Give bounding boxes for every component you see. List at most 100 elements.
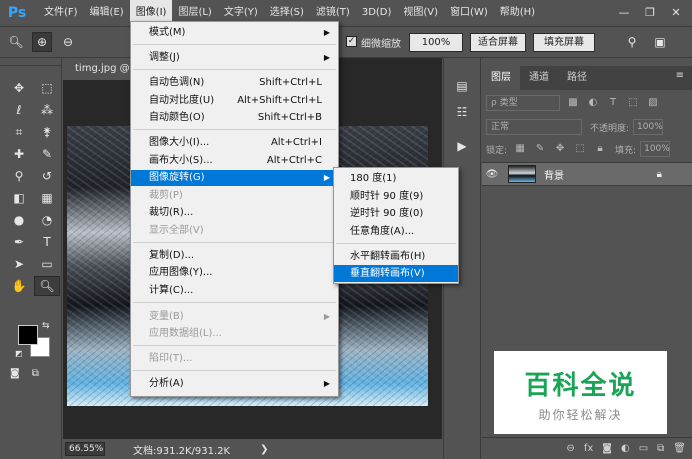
- menu-item-trim[interactable]: 裁切(R)...: [131, 205, 338, 221]
- submenu-arrow-icon: ▶: [323, 28, 330, 37]
- mode-row: ◙ ⧉: [10, 368, 39, 379]
- layer-filter-select[interactable]: ρ 类型: [486, 95, 560, 111]
- trash-icon[interactable]: 🗑︎: [673, 443, 686, 454]
- submenu-item-rotate-ccw-90[interactable]: 逆时针 90 度(0): [334, 205, 458, 222]
- lasso-tool-icon[interactable]: ℓ: [6, 100, 32, 120]
- menu-3d[interactable]: 3D(D): [356, 0, 398, 26]
- minimize-icon[interactable]: —: [618, 7, 630, 19]
- text-tool-icon[interactable]: T: [34, 232, 60, 252]
- zoom-100-button[interactable]: 100%: [409, 33, 463, 52]
- smart-object-filter-icon[interactable]: ▨: [646, 96, 660, 110]
- move-tool-icon[interactable]: ✥: [6, 78, 32, 98]
- lock-artboard-icon[interactable]: ⬚: [573, 142, 587, 156]
- zoom-out-icon[interactable]: ⊖: [58, 32, 78, 52]
- foreground-color-swatch[interactable]: [18, 325, 38, 345]
- marquee-tool-icon[interactable]: ⬚: [34, 78, 60, 98]
- opacity-field[interactable]: 100%: [633, 119, 664, 135]
- menu-edit[interactable]: 编辑(E): [84, 0, 130, 26]
- crop-tool-icon[interactable]: ⌗: [6, 122, 32, 142]
- history-brush-tool-icon[interactable]: ↺: [34, 166, 60, 186]
- panel-grip[interactable]: [482, 58, 692, 66]
- path-select-tool-icon[interactable]: ➤: [6, 254, 32, 274]
- menu-item-image-rotation[interactable]: 图像旋转(G) ▶: [131, 170, 338, 186]
- close-icon[interactable]: ✕: [670, 7, 682, 19]
- brush-tool-icon[interactable]: ✎: [34, 144, 60, 164]
- lock-image-icon[interactable]: ✎: [533, 142, 547, 156]
- pixel-filter-icon[interactable]: ▩: [566, 96, 580, 110]
- swap-colors-icon[interactable]: ⇆: [42, 321, 50, 331]
- stamp-tool-icon[interactable]: ⚲: [6, 166, 32, 186]
- submenu-item-arbitrary[interactable]: 任意角度(A)...: [334, 223, 458, 240]
- submenu-item-flip-vertical[interactable]: 垂直翻转画布(V): [334, 265, 458, 282]
- zoom-tool-icon[interactable]: 🔍︎: [6, 32, 26, 52]
- menu-item-canvas-size[interactable]: 画布大小(S)... Alt+Ctrl+C: [131, 153, 338, 169]
- menu-help[interactable]: 帮助(H): [494, 0, 541, 26]
- dodge-tool-icon[interactable]: ◔: [34, 210, 60, 230]
- status-menu-icon[interactable]: ❯: [260, 444, 268, 455]
- screen-mode-icon[interactable]: ⧉: [32, 368, 39, 379]
- actions-play-icon[interactable]: ▶: [452, 136, 472, 156]
- link-icon[interactable]: ⊖: [566, 443, 574, 454]
- zoom-tool-selected-icon[interactable]: 🔍︎: [34, 276, 60, 296]
- magic-wand-tool-icon[interactable]: ⁂: [34, 100, 60, 120]
- menu-item-auto-tone[interactable]: 自动色调(N) Shift+Ctrl+L: [131, 75, 338, 91]
- hand-tool-icon[interactable]: ✋: [6, 276, 32, 296]
- shape-tool-icon[interactable]: ▭: [34, 254, 60, 274]
- properties-panel-icon[interactable]: ☷: [452, 102, 472, 122]
- group-icon[interactable]: ▭: [639, 443, 648, 454]
- zoom-level[interactable]: 66.55%: [65, 442, 105, 456]
- zoom-in-icon[interactable]: ⊕: [32, 32, 52, 52]
- toolbox-grip[interactable]: [0, 58, 61, 66]
- new-layer-icon[interactable]: ⧉: [657, 443, 664, 454]
- quick-mask-icon[interactable]: ◙: [10, 368, 20, 379]
- fill-screen-button[interactable]: 填充屏幕: [533, 33, 595, 52]
- lock-all-icon[interactable]: 🔒︎: [593, 142, 607, 156]
- layer-row-background[interactable]: 👁︎ 背景 🔒︎: [482, 162, 692, 186]
- default-colors-icon[interactable]: ◩: [15, 349, 23, 358]
- tab-channels[interactable]: 通道: [520, 66, 558, 90]
- fill-field[interactable]: 100%: [640, 141, 671, 157]
- menu-item-auto-contrast[interactable]: 自动对比度(U) Alt+Shift+Ctrl+L: [131, 93, 338, 109]
- eyedropper-tool-icon[interactable]: ⚵: [34, 122, 60, 142]
- menu-item-image-size[interactable]: 图像大小(I)... Alt+Ctrl+I: [131, 135, 338, 151]
- menu-file[interactable]: 文件(F): [38, 0, 84, 26]
- fx-icon[interactable]: fx: [584, 443, 593, 454]
- menu-view[interactable]: 视图(V): [397, 0, 444, 26]
- tab-layers[interactable]: 图层: [482, 66, 520, 90]
- type-filter-icon[interactable]: T: [606, 96, 620, 110]
- shape-filter-icon[interactable]: ⬚: [626, 96, 640, 110]
- menu-item-analysis[interactable]: 分析(A) ▶: [131, 376, 338, 392]
- eraser-tool-icon[interactable]: ◧: [6, 188, 32, 208]
- adjustment-icon[interactable]: ◐: [621, 443, 630, 454]
- lock-transparency-icon[interactable]: ▦: [513, 142, 527, 156]
- menu-item-apply-image[interactable]: 应用图像(Y)...: [131, 265, 338, 281]
- workspace-icon[interactable]: ▣: [650, 32, 670, 52]
- healing-brush-tool-icon[interactable]: ✚: [6, 144, 32, 164]
- submenu-item-flip-horizontal[interactable]: 水平翻转画布(H): [334, 248, 458, 265]
- blur-tool-icon[interactable]: ●: [6, 210, 32, 230]
- panel-menu-icon[interactable]: ≡: [676, 70, 684, 81]
- tab-paths[interactable]: 路径: [558, 66, 596, 90]
- fit-screen-button[interactable]: 适合屏幕: [470, 33, 526, 52]
- visibility-eye-icon[interactable]: 👁︎: [482, 169, 502, 180]
- menu-item-shortcut: Alt+Ctrl+I: [270, 137, 322, 148]
- menu-item-variables: 变量(B) ▶: [131, 309, 338, 325]
- search-icon[interactable]: ⚲: [622, 32, 642, 52]
- blend-mode-select[interactable]: 正常: [486, 119, 582, 135]
- adjustment-filter-icon[interactable]: ◐: [586, 96, 600, 110]
- submenu-item-rotate-180[interactable]: 180 度(1): [334, 170, 458, 187]
- pen-tool-icon[interactable]: ✒: [6, 232, 32, 252]
- menu-item-calculations[interactable]: 计算(C)...: [131, 283, 338, 299]
- menu-item-mode[interactable]: 模式(M) ▶: [131, 25, 338, 41]
- submenu-item-rotate-cw-90[interactable]: 顺时针 90 度(9): [334, 188, 458, 205]
- menu-item-duplicate[interactable]: 复制(D)...: [131, 248, 338, 264]
- mask-icon[interactable]: ◙: [602, 443, 612, 454]
- lock-position-icon[interactable]: ✥: [553, 142, 567, 156]
- menu-item-auto-color[interactable]: 自动颜色(O) Shift+Ctrl+B: [131, 110, 338, 126]
- history-panel-icon[interactable]: ▤: [452, 76, 472, 96]
- menu-item-adjustments[interactable]: 调整(J) ▶: [131, 50, 338, 66]
- gradient-tool-icon[interactable]: ▦: [34, 188, 60, 208]
- scrubby-zoom-checkbox[interactable]: ✓: [346, 36, 357, 47]
- restore-icon[interactable]: ❐: [644, 7, 656, 19]
- menu-window[interactable]: 窗口(W): [444, 0, 494, 26]
